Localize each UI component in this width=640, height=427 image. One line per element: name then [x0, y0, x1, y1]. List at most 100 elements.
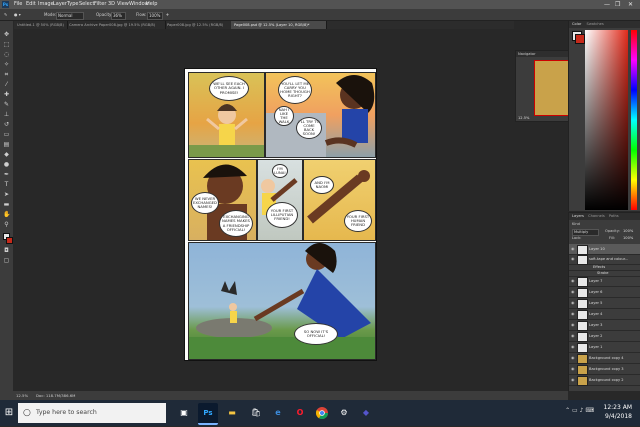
store-icon[interactable]: 🛍 — [246, 403, 266, 423]
edge-icon[interactable]: e — [268, 403, 288, 423]
eye-icon[interactable]: ◉ — [571, 244, 575, 254]
layer-thumbnail — [577, 343, 588, 353]
move-tool-icon[interactable]: ✥ — [3, 31, 10, 38]
system-tray-icons[interactable]: ⌃ ▭ ♪ ⌨ — [565, 407, 594, 414]
tab-page008[interactable]: Page008.psd @ 12.5% (Layer 10, RGB/8)* — [231, 21, 327, 29]
menu-3d[interactable]: 3D — [108, 0, 115, 9]
menu-image[interactable]: Image — [38, 0, 54, 9]
type-tool-icon[interactable]: T — [3, 181, 10, 188]
mode-select[interactable]: Normal — [56, 12, 84, 20]
layer-row[interactable]: ◉ Layer 2 — [569, 331, 640, 342]
opera-icon[interactable]: O — [290, 403, 310, 423]
background-swatch[interactable] — [575, 34, 585, 44]
tab-camera-archive[interactable]: Camera Archive Paper008.jpg @ 19.5% (RGB… — [66, 21, 166, 29]
hue-slider[interactable] — [631, 30, 637, 210]
gradient-tool-icon[interactable]: ▤ — [3, 141, 10, 148]
tab-paths[interactable]: Paths — [609, 214, 619, 218]
eye-icon[interactable]: ◉ — [571, 298, 575, 308]
lasso-tool-icon[interactable]: ◌ — [3, 51, 10, 58]
layer-row[interactable]: ◉ Layer 7 — [569, 276, 640, 287]
status-zoom[interactable]: 12.5% — [16, 391, 28, 400]
layer-row[interactable]: ◉ Background copy 2 — [569, 375, 640, 386]
layer-row[interactable]: ◉ Background copy 3 — [569, 364, 640, 375]
quick-mask-icon[interactable]: ◘ — [3, 247, 10, 254]
layer-row[interactable]: ◉ Layer 4 — [569, 309, 640, 320]
opacity-field[interactable]: 36% — [111, 12, 126, 20]
history-brush-icon[interactable]: ↺ — [3, 121, 10, 128]
airbrush-icon[interactable]: ✈ — [166, 9, 169, 21]
eye-icon[interactable]: ◉ — [571, 287, 575, 297]
crop-tool-icon[interactable]: ⌗ — [3, 71, 10, 78]
eye-icon[interactable]: ◉ — [571, 342, 575, 352]
screen-mode-icon[interactable]: ▢ — [3, 257, 10, 264]
tab-color[interactable]: Color — [572, 22, 581, 26]
tab-channels[interactable]: Channels — [588, 214, 605, 218]
file-explorer-icon[interactable]: ▬ — [222, 403, 242, 423]
menu-file[interactable]: File — [14, 0, 22, 9]
menu-help[interactable]: Help — [146, 0, 157, 9]
tab-swatches[interactable]: Swatches — [587, 22, 604, 26]
menu-edit[interactable]: Edit — [26, 0, 36, 9]
layer-row[interactable]: ◉ Layer 1 — [569, 342, 640, 353]
layer-row[interactable]: ◉ Layer 5 — [569, 298, 640, 309]
taskbar-clock[interactable]: 12:23 AM 9/4/2018 — [604, 403, 632, 421]
menu-select[interactable]: Select — [79, 0, 94, 9]
menu-filter[interactable]: Filter — [94, 0, 106, 9]
menu-view[interactable]: View — [117, 0, 129, 9]
layer-opacity-value[interactable]: 100% — [623, 229, 633, 233]
tab-untitled[interactable]: Untitled-1 @ 50% (RGB/8) — [14, 21, 68, 29]
photoshop-taskbar-icon[interactable]: Ps — [198, 403, 218, 425]
path-select-icon[interactable]: ➤ — [3, 191, 10, 198]
tab-paper008[interactable]: Paper008.jpg @ 12.5% (RGB/8) — [164, 21, 233, 29]
layer-row[interactable]: ◉ Background copy 4 — [569, 353, 640, 364]
layer-row[interactable]: ◉ Layer 6 — [569, 287, 640, 298]
navigator-thumbnail[interactable] — [534, 60, 569, 116]
eye-icon[interactable]: ◉ — [571, 364, 575, 374]
fill-value[interactable]: 100% — [623, 236, 633, 240]
background-color-swatch[interactable] — [6, 237, 13, 244]
hand-tool-icon[interactable]: ✋ — [3, 211, 10, 218]
dodge-tool-icon[interactable]: ● — [3, 161, 10, 168]
task-view-icon[interactable]: ▣ — [174, 403, 194, 423]
healing-tool-icon[interactable]: ✚ — [3, 91, 10, 98]
layer-filter-kind[interactable]: Kind — [572, 222, 580, 226]
eye-icon[interactable]: ◉ — [571, 254, 575, 264]
minimize-button[interactable]: — — [604, 0, 610, 9]
layers-panel-tabs: Layers Channels Paths — [569, 213, 640, 220]
stamp-tool-icon[interactable]: ⊥ — [3, 111, 10, 118]
eye-icon[interactable]: ◉ — [571, 320, 575, 330]
taskbar-search-box[interactable]: ○ Type here to search — [18, 403, 166, 423]
menu-type[interactable]: Type — [67, 0, 78, 9]
chrome-icon[interactable] — [312, 403, 332, 423]
marquee-tool-icon[interactable]: ⬚ — [3, 41, 10, 48]
eye-icon[interactable]: ◉ — [571, 309, 575, 319]
layer-list: ◉ Layer 10 ◉ soft-tape and colour... Effec… — [569, 244, 640, 392]
eye-icon[interactable]: ◉ — [571, 331, 575, 341]
close-button[interactable]: ✕ — [628, 0, 633, 9]
color-picker-field[interactable] — [585, 30, 628, 210]
tab-layers[interactable]: Layers — [572, 214, 584, 218]
blend-mode-select[interactable]: Multiply — [572, 229, 599, 236]
eraser-tool-icon[interactable]: ▭ — [3, 131, 10, 138]
comic-page[interactable]: WE'LL SEE EACH OTHER AGAIN. I PROMISE! Y… — [184, 68, 377, 361]
windows-start-icon[interactable]: ⊞ — [0, 400, 18, 426]
app-icon[interactable]: ◆ — [356, 403, 376, 423]
navigator-zoom[interactable]: 12.5% — [518, 116, 529, 120]
settings-icon[interactable]: ⚙ — [334, 403, 354, 423]
layer-row[interactable]: ◉ Layer 3 — [569, 320, 640, 331]
eye-icon[interactable]: ◉ — [571, 276, 575, 286]
blur-tool-icon[interactable]: ◆ — [3, 151, 10, 158]
eye-icon[interactable]: ◉ — [571, 375, 575, 385]
brush-tool-icon[interactable]: ✎ — [4, 9, 7, 21]
zoom-tool-icon[interactable]: ⚲ — [3, 221, 10, 228]
brush-preset-picker[interactable]: ● ▾ — [14, 9, 21, 21]
menu-layer[interactable]: Layer — [53, 0, 67, 9]
pen-tool-icon[interactable]: ✒ — [3, 171, 10, 178]
maximize-button[interactable]: ❐ — [615, 0, 620, 9]
quick-select-tool-icon[interactable]: ✧ — [3, 61, 10, 68]
flow-field[interactable]: 100% — [147, 12, 163, 20]
brush-tool-icon[interactable]: ✎ — [3, 101, 10, 108]
shape-tool-icon[interactable]: ▬ — [3, 201, 10, 208]
eyedropper-tool-icon[interactable]: ⁄ — [3, 81, 10, 88]
eye-icon[interactable]: ◉ — [571, 353, 575, 363]
